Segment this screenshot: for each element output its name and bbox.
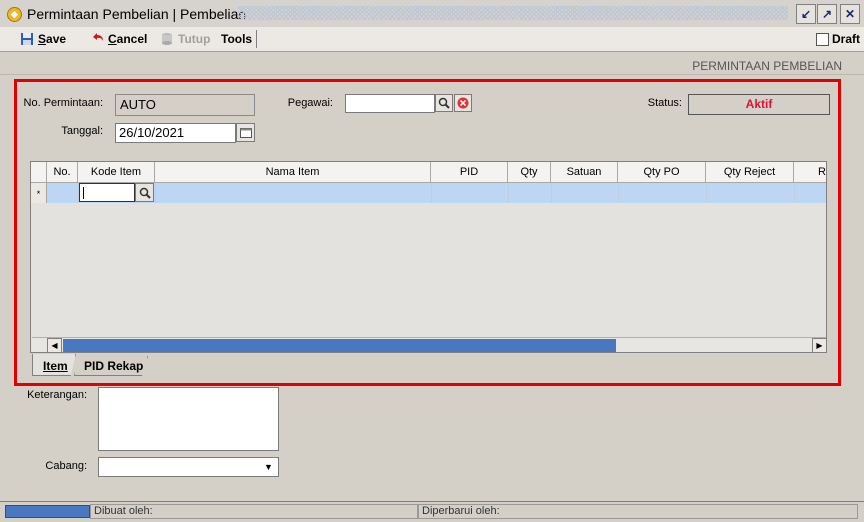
- window-title: Permintaan Pembelian | Pembelian: [27, 6, 247, 22]
- toolbar-separator: [256, 30, 257, 48]
- maximize-icon[interactable]: ↗: [817, 4, 837, 24]
- save-button[interactable]: Save: [20, 30, 66, 48]
- chevron-down-icon[interactable]: ▼: [264, 462, 273, 472]
- database-icon: [162, 33, 172, 45]
- divider: [0, 74, 864, 75]
- app-icon: ◆: [7, 7, 22, 22]
- cancel-label: Cancel: [108, 32, 148, 46]
- title-bar-pattern: [238, 6, 788, 20]
- undo-icon: [93, 33, 103, 41]
- draft-checkbox[interactable]: [816, 33, 829, 46]
- cabang-label: Cabang:: [45, 460, 87, 472]
- keterangan-textarea[interactable]: [98, 387, 279, 451]
- keterangan-label: Keterangan:: [27, 389, 87, 401]
- tutup-button[interactable]: Tutup: [160, 30, 210, 48]
- close-icon[interactable]: ✕: [840, 4, 860, 24]
- toolbar: Save Cancel Tutup Tools Draft: [0, 27, 864, 52]
- dibuat-oleh: Dibuat oleh:: [90, 504, 418, 519]
- title-bar: ◆ Permintaan Pembelian | Pembelian ↙ ↗ ✕: [0, 0, 864, 28]
- tools-label: Tools: [221, 32, 253, 46]
- progress-indicator: [5, 505, 90, 518]
- highlight-box: [14, 79, 841, 386]
- tools-button[interactable]: Tools: [221, 30, 252, 48]
- cancel-button[interactable]: Cancel: [90, 30, 147, 48]
- draft-label: Draft: [832, 32, 861, 46]
- form-heading: PERMINTAAN PEMBELIAN: [692, 59, 842, 73]
- restore-icon[interactable]: ↙: [796, 4, 816, 24]
- tutup-label: Tutup: [178, 32, 211, 46]
- cabang-select[interactable]: [98, 457, 279, 477]
- save-icon: [21, 33, 33, 45]
- diperbarui-oleh: Diperbarui oleh:: [418, 504, 858, 519]
- status-bar: Dibuat oleh: Diperbarui oleh:: [0, 501, 864, 522]
- save-label: Save: [38, 32, 67, 46]
